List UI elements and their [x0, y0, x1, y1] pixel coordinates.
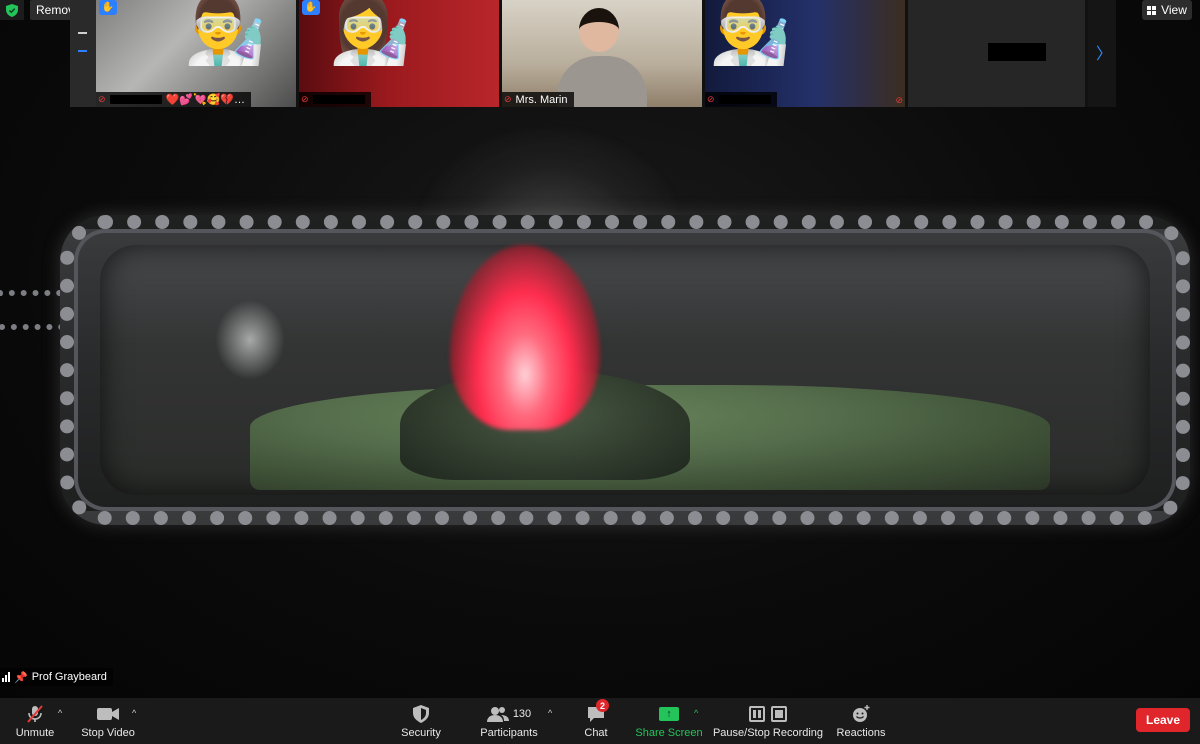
redacted-name: [109, 95, 162, 104]
mic-muted-icon: [25, 703, 45, 725]
chat-button[interactable]: 2 Chat: [578, 698, 614, 744]
redacted-name: [312, 95, 365, 104]
recording-label: Pause/Stop Recording: [712, 727, 824, 739]
scientist-emoji: 👨‍🔬: [709, 0, 792, 66]
share-options-caret-icon[interactable]: ^: [694, 708, 698, 718]
smiley-plus-icon: [851, 703, 871, 725]
chat-bubble-icon: 2: [586, 699, 609, 725]
participant-name-bar: ⊘: [705, 92, 777, 107]
video-off-icon: ⊘: [895, 95, 903, 105]
reactions-button[interactable]: Reactions: [836, 698, 886, 744]
meeting-toolbar: Unmute ^ Stop Video ^ Security 130 Parti…: [0, 698, 1200, 744]
signal-bars-icon: [2, 672, 10, 682]
recording-controls-icon: [749, 703, 787, 725]
pin-icon: 📌: [14, 671, 28, 684]
raised-hand-icon: ✋: [99, 0, 117, 15]
stop-video-label: Stop Video: [81, 727, 135, 739]
people-icon: [486, 707, 509, 722]
active-speaker-label: 📌 Prof Graybeard: [0, 668, 113, 686]
tray-reflection: [215, 300, 285, 380]
participant-tile[interactable]: 👨‍🔬 ⊘ ⊘: [705, 0, 908, 107]
participant-name-bar: ⊘ ❤️💕💘🥰💔…: [96, 92, 252, 107]
redacted-name: [988, 43, 1046, 61]
chevron-right-icon[interactable]: 〉: [1096, 40, 1112, 64]
share-screen-label: Share Screen: [635, 727, 703, 739]
security-button[interactable]: Security: [398, 698, 444, 744]
unmute-button[interactable]: Unmute: [12, 698, 58, 744]
top-left-controls: Remov: [0, 0, 81, 20]
stop-icon: [771, 706, 787, 722]
minimize-bar-icon: [78, 32, 87, 34]
participants-icon-group: 130: [486, 703, 532, 725]
strip-collapse-handle[interactable]: [70, 0, 96, 107]
participant-name: Mrs. Marin: [515, 93, 568, 106]
pause-icon: [749, 706, 765, 722]
reactions-label: Reactions: [836, 727, 886, 739]
security-label: Security: [401, 727, 441, 739]
raised-hand-icon: ✋: [302, 0, 320, 15]
shield-icon: [413, 703, 429, 725]
participants-count: 130: [512, 708, 532, 720]
strip-bar-icon: [78, 50, 87, 52]
redacted-name: [718, 95, 771, 104]
participant-tile-mrs-marin[interactable]: ⊘ Mrs. Marin: [502, 0, 705, 107]
participant-tile[interactable]: ✋ 👨‍🔬 ⊘ ❤️💕💘🥰💔…: [96, 0, 299, 107]
participant-tile[interactable]: [908, 0, 1088, 107]
mic-muted-icon: ⊘: [98, 94, 106, 104]
shield-icon[interactable]: [0, 0, 24, 20]
unmute-label: Unmute: [15, 727, 55, 739]
mic-muted-icon: ⊘: [504, 94, 512, 104]
participant-name-bar: ⊘ Mrs. Marin: [502, 92, 574, 107]
grid-icon: [1147, 5, 1157, 15]
speaker-name: Prof Graybeard: [31, 671, 107, 683]
share-screen-icon: ↑: [659, 703, 679, 725]
mic-muted-icon: ⊘: [707, 94, 715, 104]
participants-options-caret-icon[interactable]: ^: [548, 708, 552, 718]
chat-unread-badge: 2: [596, 699, 609, 712]
participants-button[interactable]: 130 Participants: [478, 698, 540, 744]
leave-button[interactable]: Leave: [1136, 708, 1190, 732]
share-screen-button[interactable]: ↑ Share Screen: [635, 698, 703, 744]
participant-name-suffix: ❤️💕💘🥰💔…: [165, 94, 246, 106]
scientist-emoji: 👩‍🔬: [329, 0, 412, 66]
pause-stop-recording-button[interactable]: Pause/Stop Recording: [712, 698, 824, 744]
chat-label: Chat: [584, 727, 608, 739]
mic-muted-icon: ⊘: [301, 94, 309, 104]
audio-options-caret-icon[interactable]: ^: [58, 708, 62, 718]
view-button[interactable]: View: [1142, 0, 1192, 20]
thumbnail-strip: ✋ 👨‍🔬 ⊘ ❤️💕💘🥰💔… ✋ 👩‍🔬 ⊘ ⊘ Mrs. Marin 👨‍🔬: [70, 0, 1116, 107]
video-options-caret-icon[interactable]: ^: [132, 708, 136, 718]
participant-name-bar: ⊘: [299, 92, 371, 107]
scientist-emoji: 👨‍🔬: [184, 0, 267, 66]
participant-tile[interactable]: ✋ 👩‍🔬 ⊘: [299, 0, 502, 107]
view-label: View: [1161, 3, 1187, 17]
stop-video-button[interactable]: Stop Video: [80, 698, 136, 744]
participants-label: Participants: [480, 727, 538, 739]
video-camera-icon: [96, 703, 120, 725]
